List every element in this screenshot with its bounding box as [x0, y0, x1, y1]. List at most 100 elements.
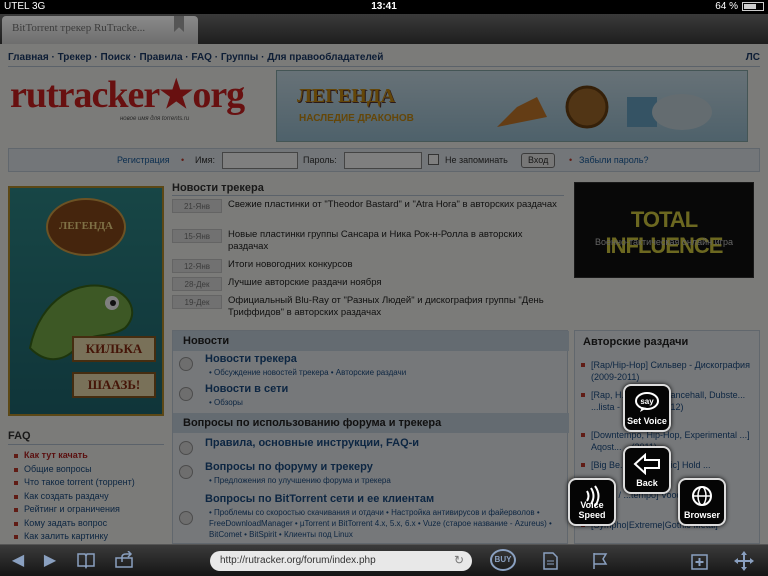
site-nav: Главная · Трекер · Поиск · Правила · FAQ…	[8, 52, 760, 66]
nav-link[interactable]: Правила	[139, 52, 182, 63]
voice-speed-button[interactable]: Voice Speed	[568, 478, 616, 526]
news-link[interactable]: Официальный Blu-Ray от "Разных Людей" и …	[228, 295, 564, 319]
browser-button[interactable]: Browser	[678, 478, 726, 526]
forgot-password-link[interactable]: Забыли пароль?	[579, 155, 648, 165]
register-link[interactable]: Регистрация	[117, 155, 170, 165]
nav-divider	[8, 66, 760, 67]
voice-speed-label: Voice Speed	[578, 500, 606, 520]
battery-percent: 64 %	[715, 1, 738, 12]
name-input[interactable]	[222, 152, 298, 169]
news-date: 15-Янв	[172, 229, 222, 243]
nav-link[interactable]: Поиск	[101, 52, 131, 63]
news-link[interactable]: Итоги новогодних конкурсов	[228, 259, 564, 271]
nav-link[interactable]: FAQ	[191, 52, 212, 63]
password-input[interactable]	[344, 152, 422, 169]
faq-item[interactable]: Что такое torrent (торрент)	[14, 477, 135, 491]
notes-icon[interactable]	[540, 551, 560, 571]
flag-icon[interactable]	[590, 551, 610, 571]
forgot-separator: •	[569, 155, 573, 165]
nav-link[interactable]: Главная	[8, 52, 49, 63]
forum-link[interactable]: Вопросы по BitTorrent сети и ее клиентам	[205, 493, 434, 505]
browser-tab[interactable]: BitTorrent трекер RuTracke...	[2, 16, 198, 44]
forum-link[interactable]: Правила, основные инструкции, FAQ-и	[205, 437, 419, 449]
faq-divider	[8, 444, 164, 445]
left-ad-banner[interactable]: ЛЕГЕНДА КИЛЬКА ШААЗЬ!	[8, 186, 164, 416]
faq-title: FAQ	[8, 430, 31, 442]
banner-artwork	[497, 85, 712, 130]
set-voice-button[interactable]: say Set Voice	[623, 384, 671, 432]
back-arrow-icon	[625, 452, 669, 477]
forward-icon[interactable]: ▶	[40, 551, 60, 571]
author-release-item[interactable]: [Rap/Hip-Hop] Сильвер - Дискография (200…	[581, 359, 759, 389]
forum-icon	[179, 387, 193, 401]
news-date: 21-Янв	[172, 199, 222, 213]
remember-checkbox[interactable]	[428, 154, 439, 165]
remember-label: Не запоминать	[445, 155, 508, 165]
bookmark-icon[interactable]	[174, 16, 184, 32]
nav-link[interactable]: Трекер	[58, 52, 92, 63]
forum-link[interactable]: Вопросы по форуму и трекеру	[205, 461, 373, 473]
right-banner-title: TOTAL INFLUENCE	[605, 207, 724, 258]
subforum-links[interactable]: • Проблемы со скоростью скачивания и отд…	[209, 507, 565, 540]
faq-list: Как тут качать Общие вопросы Что такое t…	[14, 450, 135, 544]
forum-icon	[179, 441, 193, 455]
login-button[interactable]: Вход	[521, 153, 556, 168]
banner-sign-1: КИЛЬКА	[72, 336, 156, 362]
say-icon-text: say	[640, 397, 654, 406]
forum-section-header: Вопросы по использованию форума и трекер…	[173, 413, 569, 433]
login-bar: Регистрация • Имя: Пароль: Не запоминать…	[8, 148, 760, 172]
forum-section-header: Новости	[173, 331, 569, 351]
nav-pm-link[interactable]: ЛС	[746, 52, 760, 63]
reload-icon[interactable]: ↻	[454, 553, 464, 567]
back-button[interactable]: Back	[623, 446, 671, 494]
faq-item[interactable]: Рейтинг и ограничения	[14, 504, 135, 518]
tab-title: BitTorrent трекер RuTracke...	[12, 22, 146, 34]
subforum-links[interactable]: • Обсуждение новостей трекера • Авторски…	[209, 367, 565, 378]
forum-icon	[179, 357, 193, 371]
author-releases-title: Авторские раздачи	[583, 336, 689, 348]
forum-link[interactable]: Новости трекера	[205, 353, 297, 365]
site-logo[interactable]: rutracker★org новое имя для torrents.ru	[10, 72, 260, 132]
battery-fill	[744, 4, 756, 9]
nav-link[interactable]: Группы	[221, 52, 258, 63]
news-link[interactable]: Лучшие авторские раздачи ноября	[228, 277, 564, 289]
news-title: Новости трекера	[172, 182, 264, 194]
banner-sign-2: ШААЗЬ!	[72, 372, 156, 398]
speech-bubble-icon: say	[625, 391, 669, 415]
subforum-links[interactable]: • Обзоры	[209, 397, 565, 408]
faq-item[interactable]: Кому задать вопрос	[14, 518, 135, 532]
back-icon[interactable]: ◀	[8, 551, 28, 571]
nav-separator: ·	[258, 52, 268, 63]
banner-emblem: ЛЕГЕНДА	[46, 198, 126, 256]
news-date: 12-Янв	[172, 259, 222, 273]
forum-link[interactable]: Новости в сети	[205, 383, 288, 395]
forum-list: Новости Новости трекера • Обсуждение нов…	[172, 330, 569, 544]
url-field[interactable]: http://rutracker.org/forum/index.php ↻	[210, 551, 472, 571]
news-link[interactable]: Свежие пластинки от "Theodor Bastard" и …	[228, 199, 564, 211]
faq-item[interactable]: Общие вопросы	[14, 464, 135, 478]
url-text: http://rutracker.org/forum/index.php	[220, 555, 376, 566]
nav-separator: ·	[91, 52, 101, 63]
buy-button[interactable]: BUY	[490, 549, 516, 571]
share-icon[interactable]	[114, 550, 134, 571]
forum-icon	[179, 465, 193, 479]
logo-subtitle: новое имя для torrents.ru	[120, 116, 190, 122]
news-link[interactable]: Новые пластинки группы Сансара и Ника Ро…	[228, 229, 564, 253]
nav-link[interactable]: Для правообладателей	[267, 52, 383, 63]
move-icon[interactable]	[734, 551, 754, 571]
nav-separator: ·	[211, 52, 221, 63]
bookmarks-icon[interactable]	[76, 551, 96, 571]
forum-icon	[179, 511, 193, 525]
faq-item[interactable]: Как залить картинку	[14, 531, 135, 544]
faq-item[interactable]: Как создать раздачу	[14, 491, 135, 505]
nav-separator: ·	[48, 52, 58, 63]
subforum-links[interactable]: • Предложения по улучшению форума и трек…	[209, 475, 565, 486]
banner-title: ЛЕГЕНДА	[297, 85, 396, 107]
right-banner-subtitle: Военно-тактическая онлайн игра	[595, 237, 733, 247]
faq-item[interactable]: Как тут качать	[14, 450, 135, 464]
right-ad-banner[interactable]: TOTAL INFLUENCE Военно-тактическая онлай…	[574, 182, 754, 278]
logo-text: rutracker★org	[10, 74, 245, 116]
top-ad-banner[interactable]: ЛЕГЕНДА НАСЛЕДИЕ ДРАКОНОВ	[276, 70, 748, 142]
new-tab-icon[interactable]	[690, 551, 710, 571]
clock: 13:41	[371, 1, 397, 12]
